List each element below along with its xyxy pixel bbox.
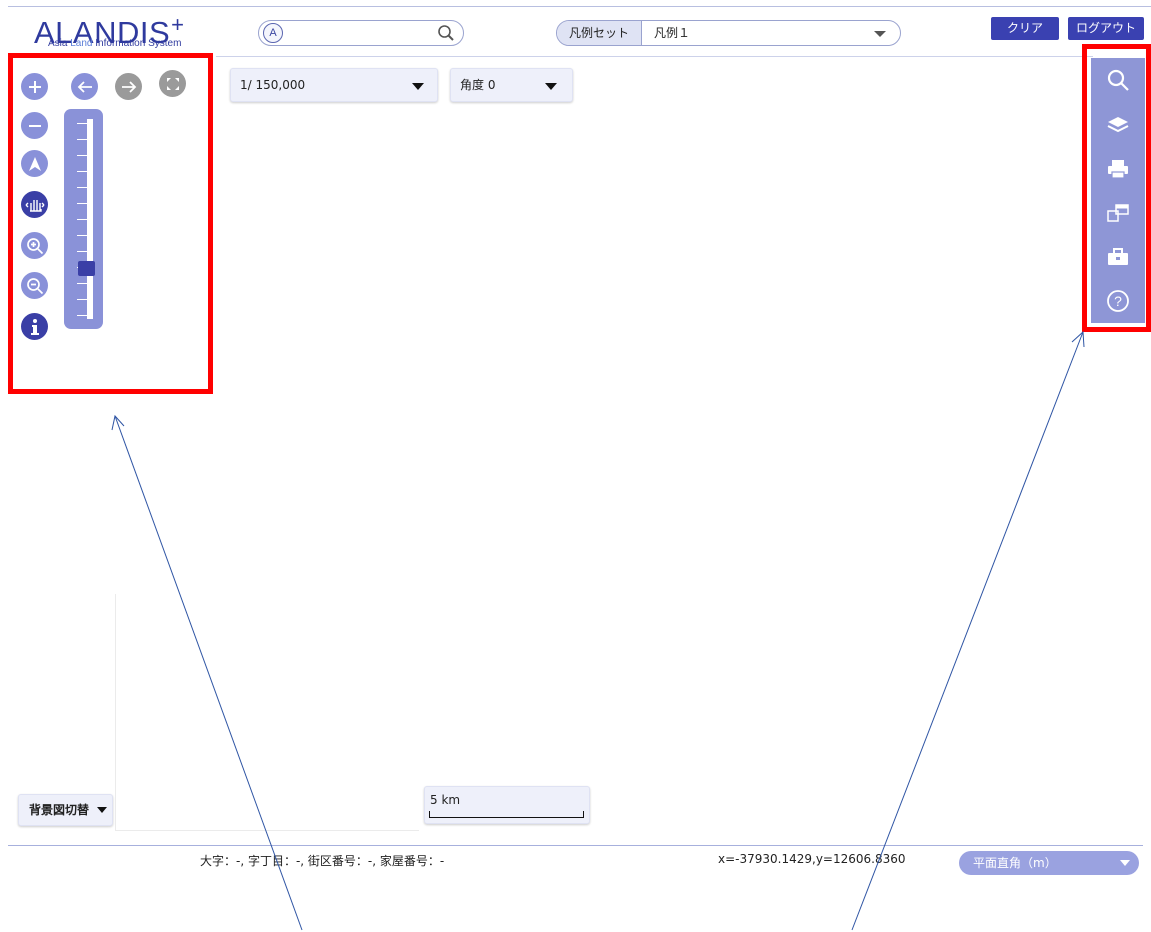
right-tools-highlight: [1082, 44, 1151, 332]
crs-value: 平面直角（m）: [973, 856, 1057, 870]
search-mode-badge[interactable]: A: [263, 23, 283, 43]
scale-bar-label: 5 km: [430, 793, 461, 807]
address-status: 大字：-, 字丁目：-, 街区番号：-, 家屋番号：-: [200, 854, 445, 868]
left-tools-highlight: [8, 53, 213, 394]
scale-select[interactable]: 1/ 150,000: [230, 68, 438, 102]
background-switch-button[interactable]: 背景図切替: [18, 794, 113, 826]
coordinate-readout: x=-37930.1429,y=12606.8360: [718, 852, 906, 866]
logo-plus: +: [171, 12, 185, 37]
chevron-down-icon[interactable]: [412, 83, 424, 90]
logo: ALANDIS+ Asia Land Information System: [34, 8, 214, 54]
header-divider: [216, 56, 1093, 57]
scale-bar: 5 km: [424, 786, 590, 824]
map-edge: [115, 594, 116, 830]
scale-value: 1/ 150,000: [240, 78, 306, 92]
caret-down-icon: [97, 807, 108, 813]
map-edge: [115, 830, 419, 831]
chevron-down-icon[interactable]: [874, 31, 886, 37]
search-input[interactable]: A: [258, 20, 464, 46]
legend-set-label: 凡例セット: [557, 21, 642, 45]
chevron-down-icon[interactable]: [545, 83, 557, 90]
logo-subtitle: Asia Land Information System: [48, 38, 182, 49]
clear-button[interactable]: クリア: [991, 17, 1059, 40]
chevron-down-icon[interactable]: [1120, 860, 1130, 866]
footer-divider: [8, 845, 1143, 846]
legend-set-select[interactable]: 凡例セット 凡例１: [556, 20, 901, 46]
angle-value: 角度 0: [460, 78, 496, 92]
background-switch-label: 背景図切替: [29, 803, 90, 817]
top-border: [8, 6, 1151, 7]
crs-select[interactable]: 平面直角（m）: [959, 851, 1139, 875]
search-icon[interactable]: [437, 24, 455, 42]
legend-set-value[interactable]: 凡例１: [654, 21, 690, 45]
angle-select[interactable]: 角度 0: [450, 68, 573, 102]
logout-button[interactable]: ログアウト: [1068, 17, 1144, 40]
